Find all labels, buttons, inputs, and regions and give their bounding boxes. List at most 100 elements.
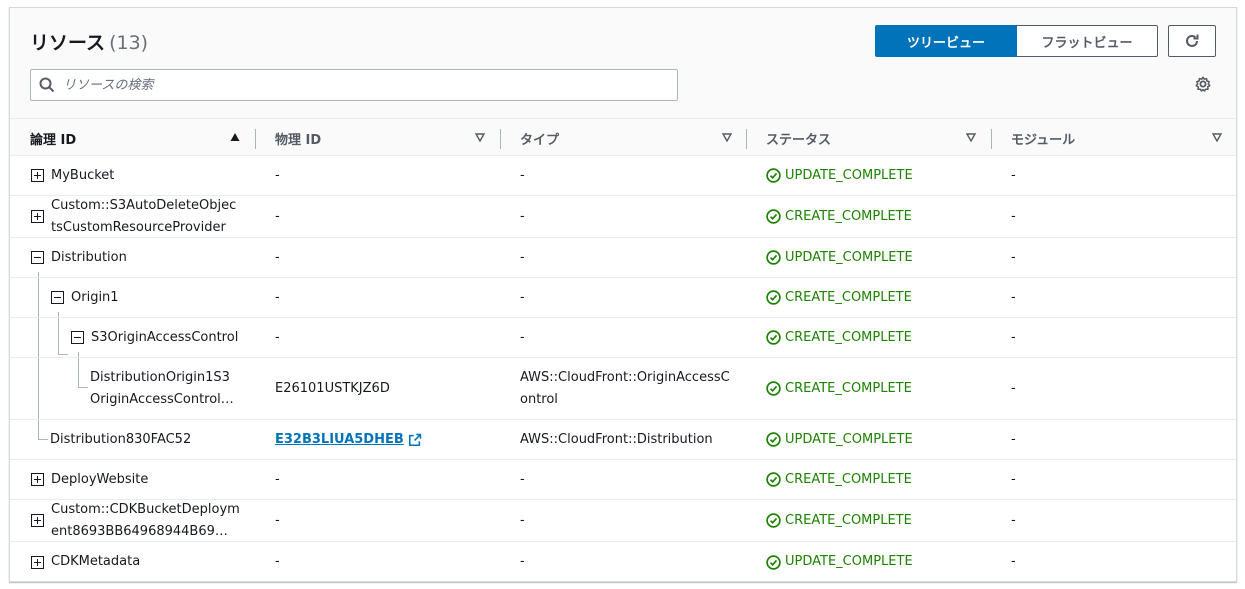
status-cell: CREATE_COMPLETE xyxy=(766,460,912,499)
physical-id-cell: E26101USTKJZ6D xyxy=(275,380,390,396)
gear-icon[interactable] xyxy=(1195,76,1211,92)
table-header: 論理 ID 物理 ID タイプ ステータス モジュール xyxy=(10,118,1236,156)
title-text: リソース xyxy=(30,32,106,54)
type-cell: AWS::CloudFront::OriginAccessC ontrol xyxy=(520,369,730,407)
success-check-icon xyxy=(766,250,781,265)
column-module[interactable]: モジュール xyxy=(1011,119,1226,157)
logical-id-cell: Origin1 xyxy=(51,278,119,317)
expand-icon[interactable] xyxy=(31,555,44,569)
status-cell: CREATE_COMPLETE xyxy=(766,196,912,237)
physical-id-cell: - xyxy=(275,554,280,569)
expand-icon[interactable] xyxy=(31,169,44,182)
tree-view-button[interactable]: ツリービュー xyxy=(875,25,1017,57)
table-row[interactable]: Distribution - - UPDATE_COMPLETE - xyxy=(10,238,1236,278)
table-row[interactable]: Origin1 - - CREATE_COMPLETE - xyxy=(10,278,1236,318)
table-row[interactable]: DeployWebsite - - CREATE_COMPLETE - xyxy=(10,460,1236,500)
logical-id-cell: Distribution830FAC52 xyxy=(50,431,192,447)
success-check-icon xyxy=(766,168,781,183)
module-cell: - xyxy=(1011,249,1016,265)
expand-icon[interactable] xyxy=(31,514,44,527)
physical-id-cell: - xyxy=(275,512,280,528)
logical-id-cell: DistributionOrigin1S3 OriginAccessControl… xyxy=(90,369,234,407)
physical-id-cell: - xyxy=(275,289,280,305)
search-box xyxy=(30,69,678,101)
success-check-icon xyxy=(766,513,781,528)
refresh-button[interactable] xyxy=(1168,25,1216,57)
logical-id-cell: CDKMetadata xyxy=(31,542,140,582)
expand-icon[interactable] xyxy=(31,473,44,486)
physical-id-cell: - xyxy=(275,471,280,487)
status-cell: UPDATE_COMPLETE xyxy=(766,542,913,582)
physical-id-cell: E32B3LIUA5DHEB xyxy=(275,420,422,459)
table-row[interactable]: DistributionOrigin1S3 OriginAccessControl… xyxy=(10,358,1236,420)
module-cell: - xyxy=(1011,380,1016,396)
physical-id-cell: - xyxy=(275,208,280,224)
view-toggle: ツリービュー フラットビュー xyxy=(875,25,1158,57)
column-divider[interactable] xyxy=(255,129,256,149)
column-type[interactable]: タイプ xyxy=(520,119,735,157)
status-cell: CREATE_COMPLETE xyxy=(766,358,912,419)
logical-id-cell: S3OriginAccessControl xyxy=(71,318,238,357)
success-check-icon xyxy=(766,472,781,487)
status-cell: CREATE_COMPLETE xyxy=(766,500,912,541)
module-cell: - xyxy=(1011,471,1016,487)
logical-id-cell: Distribution xyxy=(31,238,127,277)
success-check-icon xyxy=(766,330,781,345)
external-link-icon xyxy=(408,433,421,446)
search-input[interactable] xyxy=(63,70,663,100)
module-cell: - xyxy=(1011,289,1016,305)
column-divider[interactable] xyxy=(746,129,747,149)
sort-icon xyxy=(966,133,976,142)
module-cell: - xyxy=(1011,167,1016,183)
physical-id-cell: - xyxy=(275,249,280,265)
resources-panel: リソース(13) ツリービュー フラットビュー 論理 ID xyxy=(9,7,1237,582)
expand-icon[interactable] xyxy=(31,210,44,223)
table-row[interactable]: MyBucket - - UPDATE_COMPLETE - xyxy=(10,156,1236,196)
page-title: リソース (13) xyxy=(30,28,148,55)
logical-id-cell: MyBucket xyxy=(31,156,114,195)
search-icon xyxy=(39,77,55,93)
sort-ascending-icon xyxy=(230,133,240,141)
sort-icon xyxy=(1212,133,1222,142)
success-check-icon xyxy=(766,554,781,570)
physical-id-link[interactable]: E32B3LIUA5DHEB xyxy=(275,429,422,451)
success-check-icon xyxy=(766,290,781,305)
type-cell: AWS::CloudFront::Distribution xyxy=(520,431,713,447)
type-cell: - xyxy=(520,167,525,183)
success-check-icon xyxy=(766,381,781,396)
sort-icon xyxy=(722,133,732,142)
logical-id-cell: DeployWebsite xyxy=(31,460,148,499)
type-cell: - xyxy=(520,208,525,224)
resource-count: (13) xyxy=(109,32,149,54)
logical-id-cell: Custom::CDKBucketDeploym ent8693BB6496894… xyxy=(31,500,240,541)
success-check-icon xyxy=(766,209,781,224)
column-logical-id[interactable]: 論理 ID xyxy=(30,119,245,157)
status-cell: UPDATE_COMPLETE xyxy=(766,156,913,195)
column-physical-id[interactable]: 物理 ID xyxy=(275,119,490,157)
collapse-icon[interactable] xyxy=(51,291,64,304)
type-cell: - xyxy=(520,512,525,528)
type-cell: - xyxy=(520,471,525,487)
panel-header: リソース (13) ツリービュー フラットビュー xyxy=(10,8,1236,118)
collapse-icon[interactable] xyxy=(71,331,84,344)
module-cell: - xyxy=(1011,208,1016,224)
sort-icon xyxy=(475,133,485,142)
collapse-icon[interactable] xyxy=(31,251,44,264)
flat-view-button[interactable]: フラットビュー xyxy=(1017,25,1158,57)
table-row[interactable]: Custom::CDKBucketDeploym ent8693BB6496894… xyxy=(10,500,1236,542)
table-row[interactable]: S3OriginAccessControl - - CREATE_COMPLET… xyxy=(10,318,1236,358)
success-check-icon xyxy=(766,432,781,447)
status-cell: CREATE_COMPLETE xyxy=(766,278,912,317)
column-divider[interactable] xyxy=(991,129,992,149)
table-row[interactable]: Distribution830FAC52 E32B3LIUA5DHEB AWS:… xyxy=(10,420,1236,460)
table-row[interactable]: CDKMetadata - - UPDATE_COMPLETE - xyxy=(10,542,1236,582)
status-cell: UPDATE_COMPLETE xyxy=(766,238,913,277)
status-cell: CREATE_COMPLETE xyxy=(766,318,912,357)
column-status[interactable]: ステータス xyxy=(766,119,981,157)
physical-id-cell: - xyxy=(275,167,280,183)
logical-id-cell: Custom::S3AutoDeleteObjec tsCustomResourc… xyxy=(31,196,236,237)
module-cell: - xyxy=(1011,554,1016,569)
table-row[interactable]: Custom::S3AutoDeleteObjec tsCustomResourc… xyxy=(10,196,1236,238)
module-cell: - xyxy=(1011,431,1016,447)
column-divider[interactable] xyxy=(500,129,501,149)
